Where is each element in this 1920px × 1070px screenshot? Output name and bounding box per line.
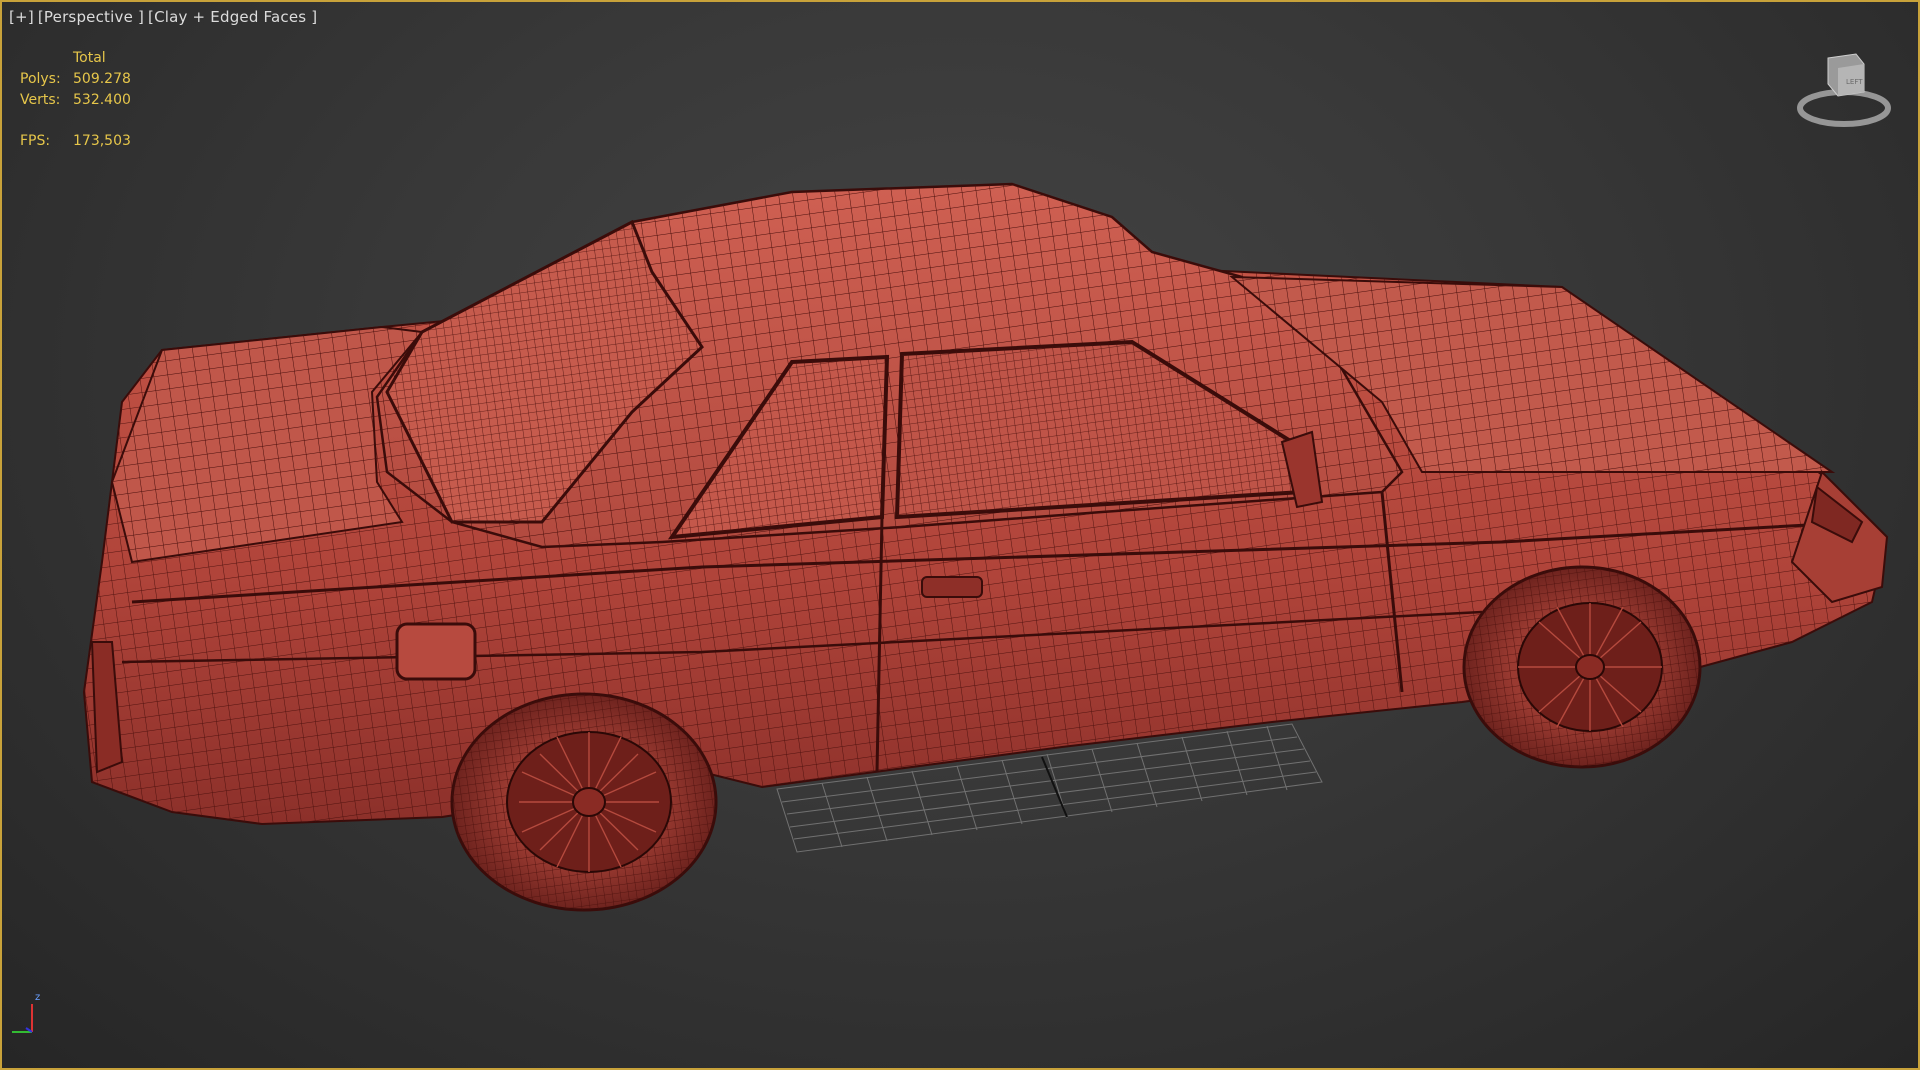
scene-render[interactable]	[2, 2, 1918, 1068]
door-handle	[921, 576, 983, 598]
perspective-viewport[interactable]: [+] [Perspective ] [Clay + Edged Faces ]…	[0, 0, 1920, 1070]
viewcube-face-label: LEFT	[1846, 78, 1863, 86]
car-model[interactable]	[82, 182, 1889, 912]
z-axis-label: z	[35, 992, 40, 1003]
car-front-wheel	[1462, 565, 1702, 769]
viewcube-widget[interactable]: LEFT	[1794, 50, 1894, 130]
car-rear-wheel	[450, 692, 718, 912]
axis-tripod: z	[6, 988, 56, 1038]
fuel-cap	[395, 622, 477, 681]
viewcube-ring[interactable]	[1797, 89, 1891, 127]
